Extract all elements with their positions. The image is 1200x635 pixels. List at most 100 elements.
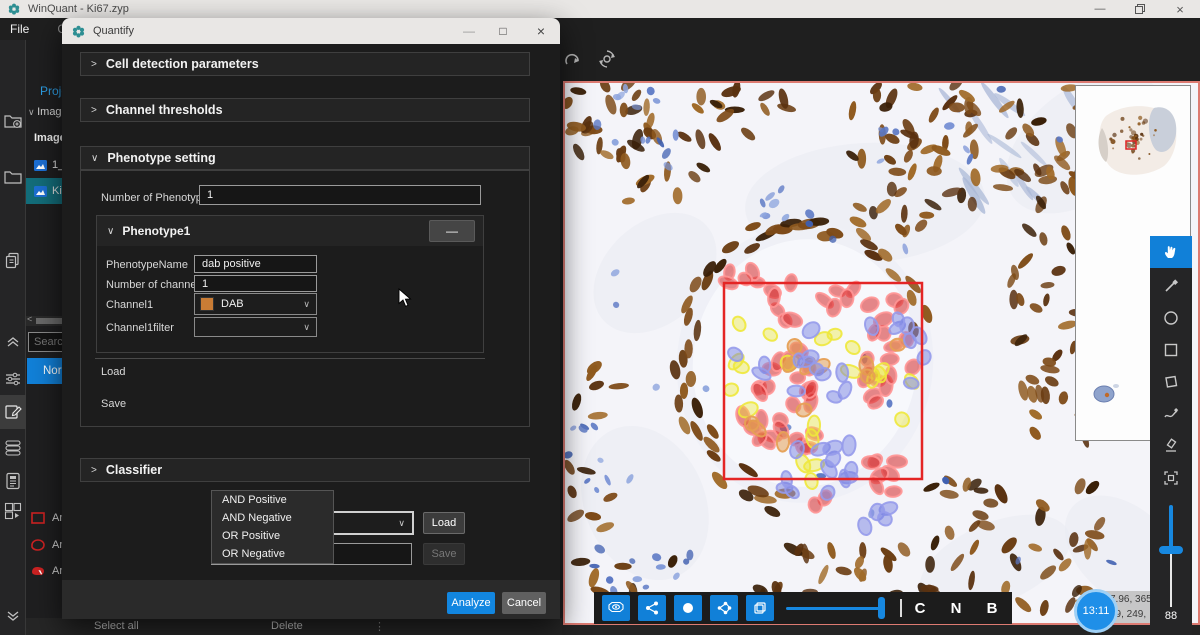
settings-sync-icon[interactable] (596, 48, 618, 70)
number-of-phenotypes-label: Number of Phenotypes (101, 192, 214, 204)
section-phenotype-setting[interactable]: ∨ Phenotype setting (80, 146, 530, 170)
edit-annotations-icon[interactable] (4, 403, 22, 421)
network-icon (716, 600, 732, 616)
chevron-down-icon: ∨ (91, 153, 98, 164)
open-project-icon[interactable] (4, 112, 22, 130)
graph-view-button[interactable] (638, 595, 666, 621)
slider-handle[interactable] (878, 597, 885, 619)
minimize-icon[interactable]: — (1080, 0, 1120, 18)
freehand-tool-button[interactable] (1150, 398, 1192, 430)
quantify-dialog: Quantify — □ × > Cell detection paramete… (62, 18, 560, 619)
channel1-dropdown[interactable]: DAB ∨ (194, 293, 317, 315)
opacity-slider-track-upper[interactable] (1169, 505, 1173, 551)
dialog-maximize-icon[interactable]: □ (494, 22, 512, 40)
load-button[interactable]: Load (423, 512, 465, 534)
dialog-title: Quantify (93, 25, 134, 37)
more-options-icon[interactable]: ⋮ (374, 620, 385, 633)
menu-file[interactable]: File (0, 22, 39, 36)
left-rail (0, 40, 26, 635)
section-channel-thresholds[interactable]: > Channel thresholds (80, 98, 530, 122)
opacity-value: 88 (1150, 610, 1192, 622)
overlay-opacity-slider[interactable] (786, 595, 896, 621)
cytoplasm-toggle-button[interactable]: C (902, 600, 938, 617)
report-icon[interactable] (4, 472, 22, 490)
filled-circle-icon (680, 600, 696, 616)
divider (95, 358, 485, 359)
chevron-down-icon: ∨ (303, 299, 310, 310)
opacity-slider-track-lower[interactable] (1170, 553, 1172, 607)
section-classifier[interactable]: > Classifier (80, 458, 530, 482)
dialog-titlebar[interactable]: Quantify — □ × (62, 18, 560, 44)
option-and-positive[interactable]: AND Positive (212, 491, 333, 509)
phenotype-name-input[interactable]: dab positive (194, 255, 317, 273)
cancel-button[interactable]: Cancel (502, 592, 546, 614)
chevron-right-icon: > (91, 465, 97, 476)
nucleus-toggle-button[interactable]: N (938, 600, 974, 617)
option-or-negative[interactable]: OR Negative (212, 545, 333, 563)
load-label: Load (101, 366, 125, 378)
circle-tool-button[interactable] (1150, 302, 1192, 334)
dialog-logo-icon (72, 25, 85, 38)
app-title: WinQuant - Ki67.zyp (28, 3, 129, 15)
curve-pen-icon (1163, 406, 1179, 422)
rectangle-tool-button[interactable] (1150, 334, 1192, 366)
workspace-grid-icon[interactable] (4, 502, 22, 520)
phenotype-name-label: PhenotypeName (106, 259, 188, 271)
freehand-annotation-icon (30, 563, 46, 579)
layers-icon[interactable] (4, 438, 22, 456)
eraser-tool-button[interactable] (1150, 430, 1192, 462)
select-all-button[interactable]: Select all (94, 620, 139, 632)
delete-button[interactable]: Delete (271, 620, 303, 632)
polygon-tool-button[interactable] (1150, 366, 1192, 398)
collapse-down-icon[interactable] (4, 608, 22, 626)
overlay-copy-button[interactable] (746, 595, 774, 621)
pan-tool-button[interactable] (1150, 236, 1192, 268)
collapse-up-icon[interactable] (4, 332, 22, 350)
restore-icon[interactable] (1120, 0, 1160, 18)
chevron-right-icon: > (91, 59, 97, 70)
scroll-left-icon[interactable]: < (27, 314, 32, 324)
dialog-close-icon[interactable]: × (532, 22, 550, 40)
option-and-negative[interactable]: AND Negative (212, 509, 333, 527)
region-capture-button[interactable] (1150, 462, 1192, 494)
close-icon[interactable]: × (1160, 0, 1200, 18)
dab-color-swatch (200, 297, 214, 311)
channel1filter-label: Channel1filter (106, 322, 174, 334)
crop-region-icon (1163, 470, 1179, 486)
boundary-toggle-button[interactable]: B (974, 600, 1010, 617)
nuclei-view-button[interactable] (674, 595, 702, 621)
save-button[interactable]: Save (423, 543, 465, 565)
number-of-phenotypes-input[interactable]: 1 (199, 185, 481, 205)
pen-icon (1163, 278, 1179, 294)
zoom-level-badge[interactable]: 13:11 (1074, 589, 1118, 633)
channel1-label: Channel1 (106, 299, 153, 311)
section-cell-detection[interactable]: > Cell detection parameters (80, 52, 530, 76)
number-of-channel-label: Number of channel (106, 279, 199, 291)
redo-icon[interactable] (562, 50, 584, 72)
overlay-toolbar: C N B (594, 592, 1012, 624)
ellipse-annotation-icon (30, 537, 46, 553)
eraser-icon (1163, 438, 1179, 454)
option-or-positive[interactable]: OR Positive (212, 527, 333, 545)
cluster-view-button[interactable] (710, 595, 738, 621)
opacity-slider-handle[interactable] (1159, 546, 1183, 554)
drawing-toolbar: 88 (1150, 236, 1192, 635)
number-of-channel-input[interactable]: 1 (194, 275, 317, 292)
phenotype1-group: ∨ Phenotype1 — PhenotypeName dab positiv… (96, 215, 484, 353)
share-nodes-icon (644, 600, 660, 616)
folder-icon[interactable] (4, 168, 22, 186)
phenotype1-header[interactable]: ∨ Phenotype1 — (97, 216, 483, 246)
remove-phenotype-button[interactable]: — (429, 220, 475, 242)
dialog-footer: Analyze Cancel (62, 580, 560, 619)
channel1filter-dropdown[interactable]: ∨ (194, 317, 317, 337)
copy-pages-icon[interactable] (4, 252, 22, 270)
analyze-button[interactable]: Analyze (447, 592, 495, 614)
mouse-cursor (398, 288, 412, 308)
detection-view-button[interactable] (602, 595, 630, 621)
dialog-minimize-icon[interactable]: — (460, 22, 478, 40)
line-tool-button[interactable] (1150, 270, 1192, 302)
annotation-actions-bar: Select all Delete ⋮ (26, 618, 562, 635)
chevron-right-icon: > (91, 105, 97, 116)
chevron-down-icon: ∨ (107, 226, 114, 237)
adjustments-icon[interactable] (4, 370, 22, 388)
